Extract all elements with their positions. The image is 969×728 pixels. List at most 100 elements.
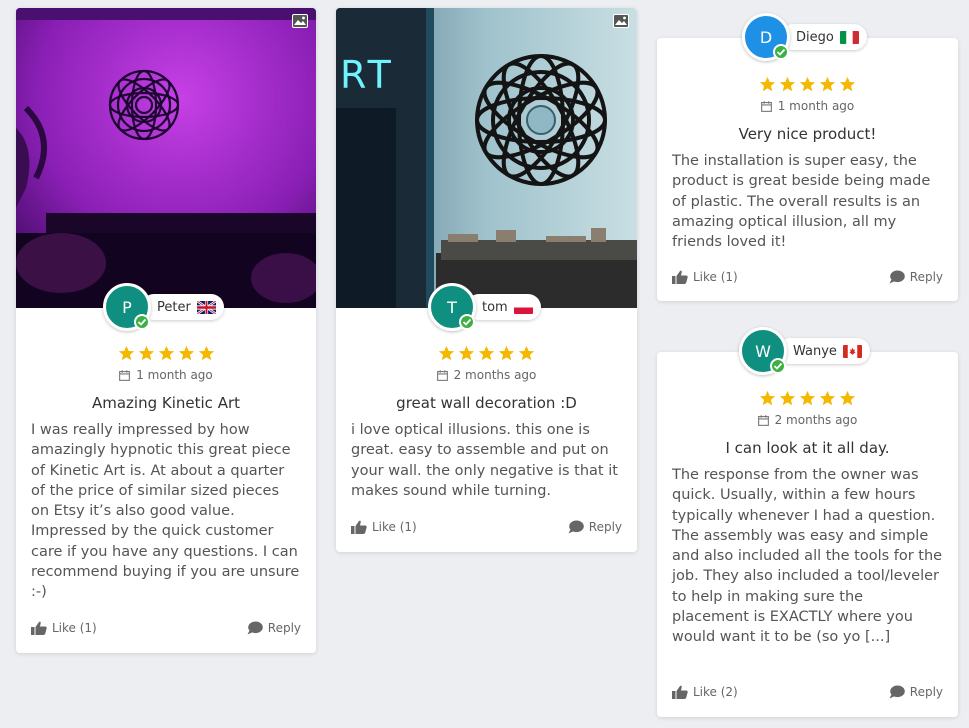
verified-badge-icon [134, 314, 150, 330]
review-text: The response from the owner was quick. U… [672, 467, 943, 646]
star-icon [799, 390, 816, 406]
like-label: Like (2) [693, 685, 738, 699]
date-text: 2 months ago [453, 368, 537, 382]
like-button[interactable]: Like (1) [31, 621, 97, 635]
date-text: 2 months ago [774, 413, 858, 427]
image-icon [613, 14, 629, 28]
thumbs-up-icon [672, 270, 688, 284]
calendar-icon [757, 414, 769, 426]
star-icon [198, 345, 214, 361]
review-photo[interactable] [16, 8, 316, 308]
star-icon [518, 345, 535, 361]
review-card: RT T tom 2 months ago great wall decorat… [336, 8, 637, 552]
review-footer: Like (1) Reply [672, 270, 943, 284]
avatar-initial: P [122, 297, 132, 317]
author-name-pill: Wanye [777, 338, 870, 364]
speech-bubble-icon [247, 621, 263, 635]
thumbs-up-icon [672, 685, 688, 699]
italy-flag-icon [839, 30, 859, 44]
uk-flag-icon [196, 300, 216, 314]
speech-bubble-icon [889, 685, 905, 699]
star-rating [16, 345, 316, 362]
verified-badge-icon [773, 44, 789, 60]
purple-room-image [16, 8, 316, 308]
star-rating [657, 390, 958, 407]
author-name-pill: Peter [141, 294, 224, 320]
review-author: W Wanye [739, 327, 870, 375]
review-footer: Like (2) Reply [672, 685, 943, 699]
review-photo[interactable]: RT [336, 8, 637, 308]
star-rating [336, 345, 637, 362]
reply-button[interactable]: Reply [889, 685, 943, 699]
calendar-icon [760, 100, 772, 112]
star-icon [438, 345, 455, 361]
avatar: W [739, 327, 787, 375]
star-icon [498, 345, 515, 361]
review-author: P Peter [103, 283, 224, 331]
thumbs-up-icon [351, 520, 367, 534]
author-name-pill: tom [466, 294, 541, 320]
thumbs-up-icon [31, 621, 47, 635]
date-text: 1 month ago [136, 368, 213, 382]
author-name: Wanye [793, 343, 837, 359]
star-icon [839, 76, 856, 92]
avatar: P [103, 283, 151, 331]
reply-label: Reply [909, 270, 943, 284]
author-name-pill: Diego [780, 24, 867, 50]
reply-button[interactable]: Reply [568, 520, 622, 534]
reply-label: Reply [909, 685, 943, 699]
speech-bubble-icon [889, 270, 905, 284]
calendar-icon [436, 369, 448, 381]
image-icon [292, 14, 308, 28]
review-body: 1 month ago Amazing Kinetic Art I was re… [16, 345, 316, 603]
like-button[interactable]: Like (1) [672, 270, 738, 284]
verified-badge-icon [459, 314, 475, 330]
review-footer: Like (1) Reply [351, 520, 622, 534]
canada-flag-icon [842, 344, 862, 358]
star-icon [118, 345, 134, 361]
star-icon [759, 390, 776, 406]
review-title: Very nice product! [738, 125, 877, 143]
avatar: D [742, 13, 790, 61]
review-card: D Diego 1 month ago Very nice product! T… [657, 13, 958, 301]
review-date: 1 month ago [16, 368, 316, 382]
reply-button[interactable]: Reply [247, 621, 301, 635]
calendar-icon [119, 369, 131, 381]
reply-button[interactable]: Reply [889, 270, 943, 284]
avatar-initial: T [447, 297, 457, 317]
like-label: Like (1) [372, 520, 417, 534]
star-icon [799, 76, 816, 92]
like-label: Like (1) [52, 621, 97, 635]
review-text: The installation is super easy, the prod… [672, 153, 931, 251]
star-icon [839, 390, 856, 406]
review-text: i love optical illusions. this one is gr… [351, 422, 618, 499]
review-footer: Like (1) Reply [31, 621, 301, 635]
star-icon [759, 76, 776, 92]
verified-badge-icon [770, 358, 786, 374]
review-body: 2 months ago I can look at it all day. T… [657, 390, 958, 648]
review-title: Amazing Kinetic Art [91, 394, 240, 412]
review-card: W Wanye 2 months ago I can look at it al… [657, 327, 958, 717]
author-name: tom [482, 299, 508, 315]
star-icon [819, 76, 836, 92]
review-body: 1 month ago Very nice product! The insta… [657, 76, 958, 252]
like-button[interactable]: Like (2) [672, 685, 738, 699]
star-icon [158, 345, 174, 361]
like-label: Like (1) [693, 270, 738, 284]
star-icon [779, 390, 796, 406]
review-author: T tom [428, 283, 541, 331]
star-icon [779, 76, 796, 92]
review-date: 1 month ago [657, 99, 958, 113]
review-title: great wall decoration :D [396, 394, 577, 412]
author-name: Diego [796, 29, 834, 45]
star-icon [819, 390, 836, 406]
star-icon [178, 345, 194, 361]
avatar: T [428, 283, 476, 331]
like-button[interactable]: Like (1) [351, 520, 417, 534]
review-body: 2 months ago great wall decoration :D i … [336, 345, 637, 501]
speech-bubble-icon [568, 520, 584, 534]
star-icon [458, 345, 475, 361]
reply-label: Reply [588, 520, 622, 534]
review-title: I can look at it all day. [725, 439, 890, 457]
review-date: 2 months ago [657, 413, 958, 427]
